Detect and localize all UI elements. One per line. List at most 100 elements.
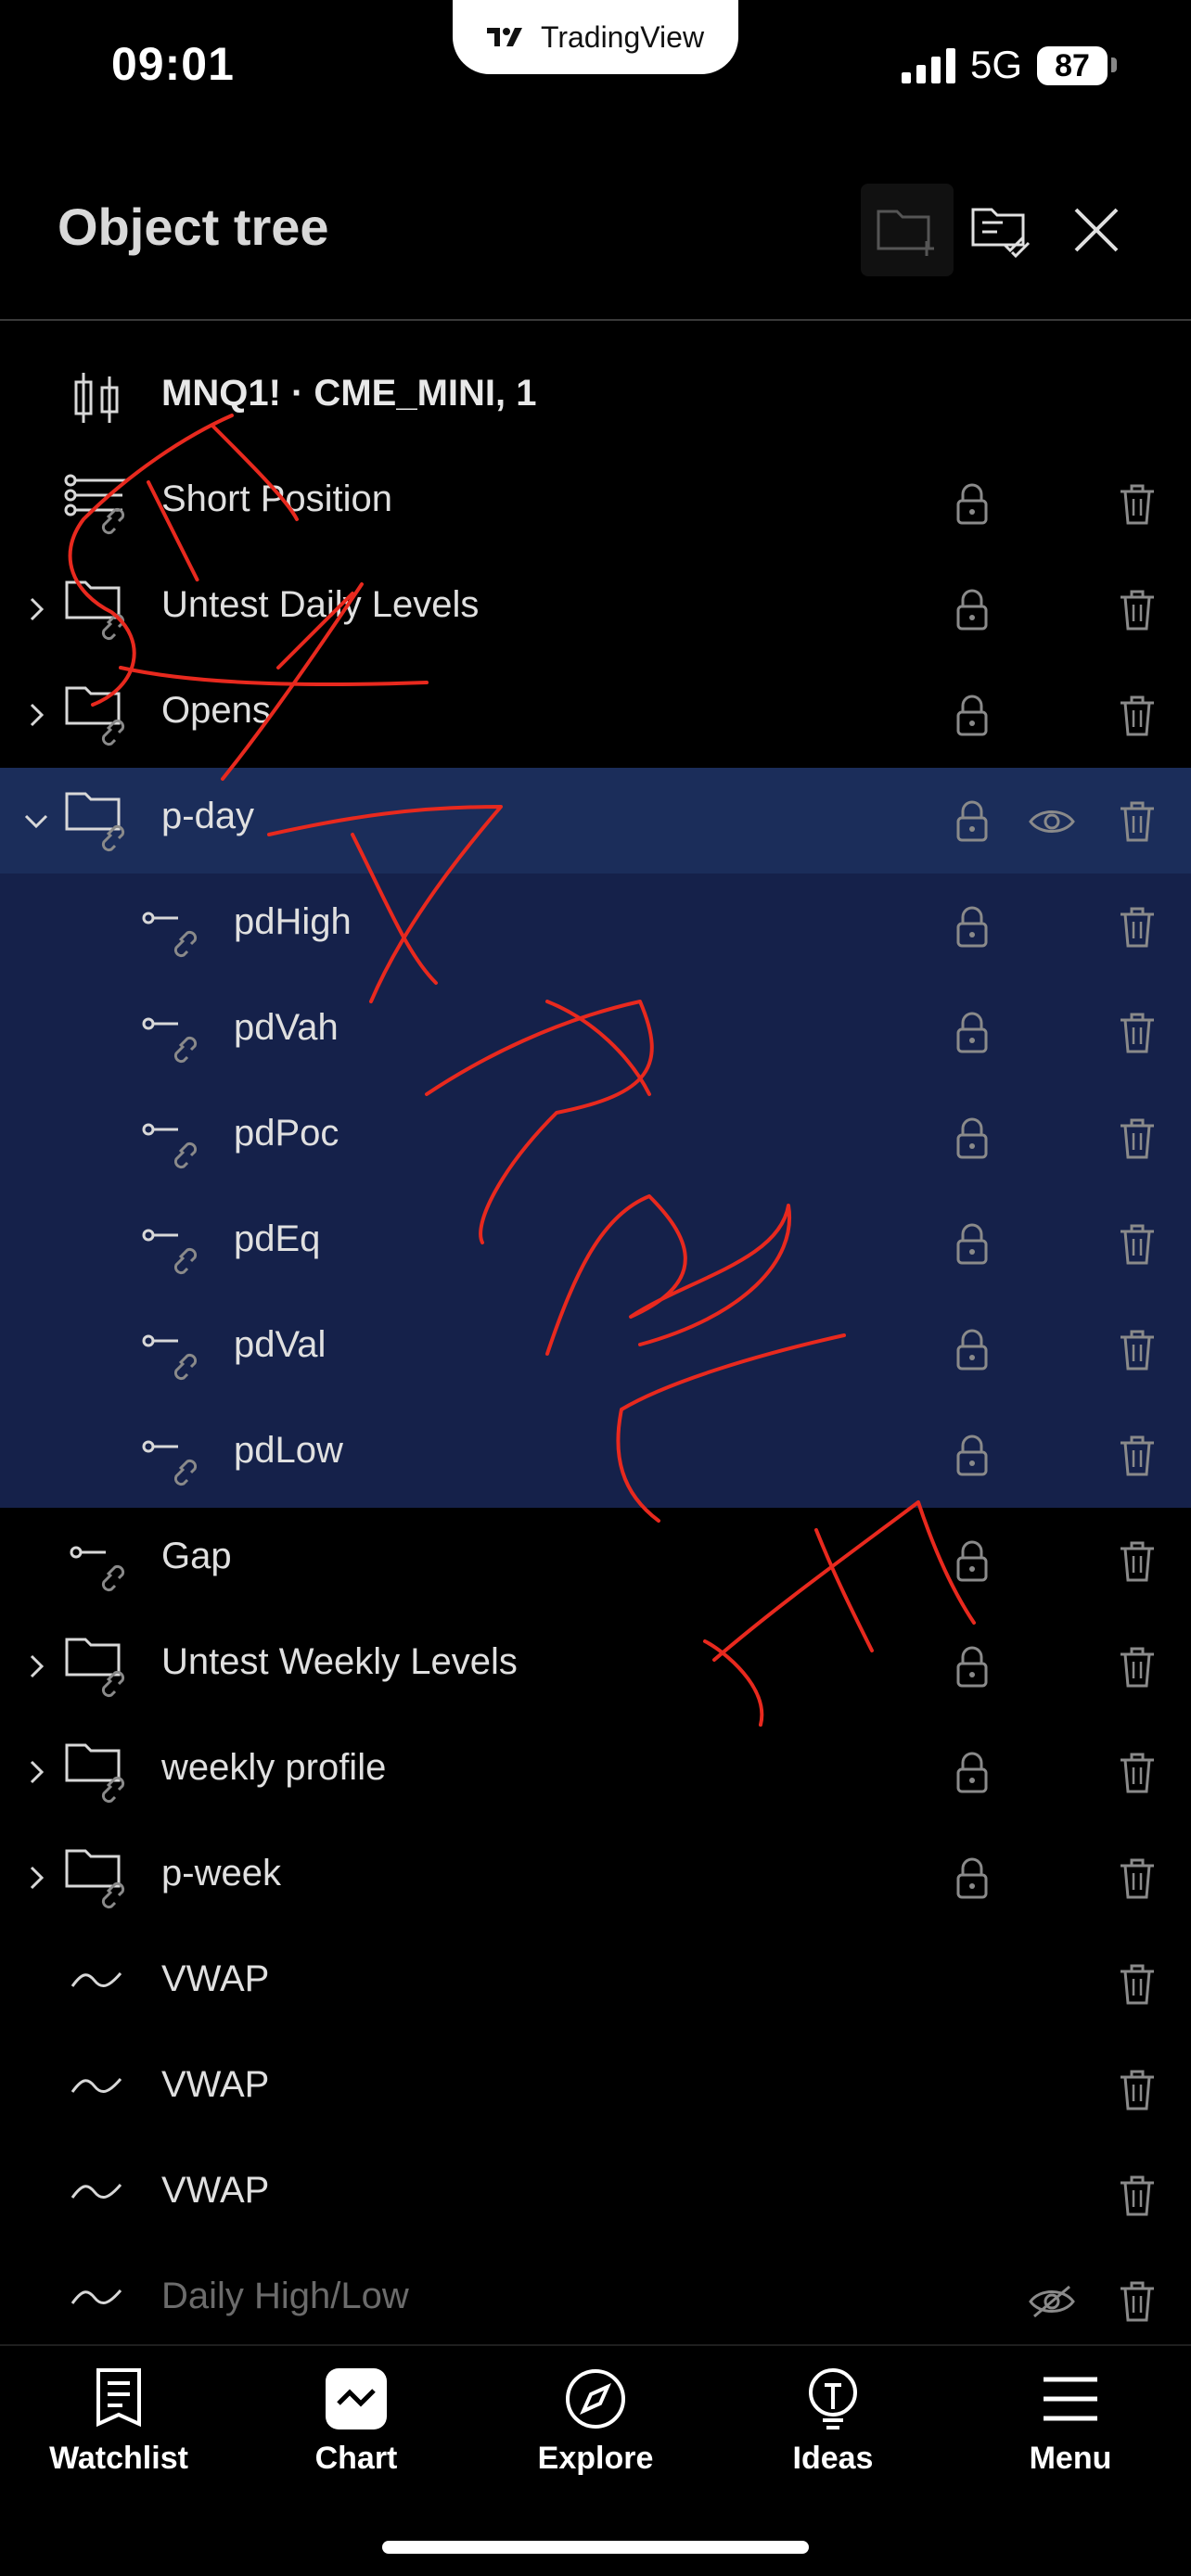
- nav-menu[interactable]: Menu: [968, 2366, 1172, 2506]
- delete-button[interactable]: [1111, 478, 1163, 530]
- expand-toggle[interactable]: [22, 807, 50, 835]
- tree-row[interactable]: p-day: [0, 768, 1191, 874]
- lock-toggle[interactable]: [946, 796, 998, 848]
- indicator-wave-icon: [70, 2289, 122, 2305]
- lock-toggle[interactable]: [946, 478, 998, 530]
- lock-toggle[interactable]: [946, 1430, 998, 1482]
- lock-toggle[interactable]: [946, 584, 998, 636]
- delete-button[interactable]: [1111, 1536, 1163, 1588]
- delete-button[interactable]: [1111, 2276, 1163, 2327]
- nav-label: Menu: [1029, 2441, 1112, 2476]
- row-icon: [63, 2161, 137, 2229]
- row-label: Short Position: [161, 478, 393, 519]
- delete-button[interactable]: [1111, 1007, 1163, 1059]
- tree-row[interactable]: pdHigh: [0, 874, 1191, 979]
- tree-row[interactable]: MNQ1! · CME_MINI, 1: [0, 345, 1191, 451]
- lock-toggle[interactable]: [946, 1218, 998, 1270]
- indicator-wave-icon: [70, 1972, 122, 1988]
- delete-button[interactable]: [1111, 584, 1163, 636]
- lock-toggle[interactable]: [946, 1007, 998, 1059]
- lock-toggle[interactable]: [946, 1641, 998, 1693]
- delete-button[interactable]: [1111, 2064, 1163, 2116]
- lock-toggle[interactable]: [946, 1536, 998, 1588]
- new-folder-button[interactable]: [861, 184, 954, 276]
- trash-icon: [1121, 801, 1154, 842]
- delete-button[interactable]: [1111, 796, 1163, 848]
- delete-button[interactable]: [1111, 2170, 1163, 2222]
- delete-button[interactable]: [1111, 1430, 1163, 1482]
- delete-button[interactable]: [1111, 1747, 1163, 1799]
- compass-icon: [566, 2369, 625, 2429]
- collapse-toggle[interactable]: [22, 1758, 50, 1786]
- tree-row[interactable]: pdVah: [0, 979, 1191, 1085]
- tree-row[interactable]: VWAP: [0, 2036, 1191, 2142]
- battery-icon: 87: [1037, 46, 1108, 85]
- collapse-toggle[interactable]: [22, 595, 50, 623]
- horizontal-ray-link-icon: [142, 1017, 198, 1064]
- row-label: VWAP: [161, 1958, 270, 1999]
- nav-explore[interactable]: Explore: [493, 2366, 698, 2506]
- visibility-toggle[interactable]: [1026, 796, 1078, 848]
- tree-row[interactable]: Opens: [0, 662, 1191, 768]
- delete-button[interactable]: [1111, 1218, 1163, 1270]
- row-label: pdEq: [234, 1218, 321, 1259]
- collapse-toggle[interactable]: [22, 1864, 50, 1892]
- watchlist-icon: [96, 2368, 141, 2428]
- row-label: Untest Weekly Levels: [161, 1641, 518, 1682]
- tree-row[interactable]: Daily High/Low: [0, 2248, 1191, 2353]
- row-label: Untest Daily Levels: [161, 584, 480, 625]
- folder-link-icon: [65, 686, 125, 746]
- lock-icon: [956, 800, 988, 842]
- tree-row[interactable]: weekly profile: [0, 1719, 1191, 1825]
- nav-label: Ideas: [792, 2441, 874, 2476]
- nav-ideas[interactable]: Ideas: [731, 2366, 935, 2506]
- lock-toggle[interactable]: [946, 1747, 998, 1799]
- collapse-toggle[interactable]: [22, 701, 50, 729]
- delete-button[interactable]: [1111, 901, 1163, 953]
- close-button[interactable]: [1050, 184, 1143, 276]
- delete-button[interactable]: [1111, 1113, 1163, 1165]
- delete-button[interactable]: [1111, 690, 1163, 742]
- row-icon: [135, 998, 210, 1066]
- lock-toggle[interactable]: [946, 690, 998, 742]
- horizontal-ray-link-icon: [142, 1123, 198, 1169]
- visibility-toggle[interactable]: [1026, 2276, 1078, 2327]
- tree-row[interactable]: pdPoc: [0, 1085, 1191, 1191]
- status-bar: 09:01 TradingView 5G 87: [0, 0, 1191, 139]
- folder-link-icon: [65, 1638, 125, 1698]
- tree-row[interactable]: Untest Daily Levels: [0, 556, 1191, 662]
- folder-link-icon: [65, 580, 125, 641]
- lock-toggle[interactable]: [946, 901, 998, 953]
- tree-row[interactable]: VWAP: [0, 1931, 1191, 2036]
- tree-row[interactable]: VWAP: [0, 2142, 1191, 2248]
- row-icon: [63, 363, 137, 432]
- network-type: 5G: [970, 43, 1023, 86]
- trash-icon: [1121, 484, 1154, 525]
- delete-button[interactable]: [1111, 1853, 1163, 1905]
- select-multiple-button[interactable]: [955, 184, 1048, 276]
- tree-row[interactable]: p-week: [0, 1825, 1191, 1931]
- lock-toggle[interactable]: [946, 1853, 998, 1905]
- nav-chart[interactable]: Chart: [254, 2366, 458, 2506]
- delete-button[interactable]: [1111, 1641, 1163, 1693]
- tree-row[interactable]: pdEq: [0, 1191, 1191, 1296]
- lock-icon: [956, 1646, 988, 1688]
- row-icon: [135, 1209, 210, 1278]
- tree-row[interactable]: Untest Weekly Levels: [0, 1613, 1191, 1719]
- folder-check-icon: [971, 208, 1031, 259]
- lock-toggle[interactable]: [946, 1324, 998, 1376]
- tree-row[interactable]: pdVal: [0, 1296, 1191, 1402]
- folder-plus-icon: [877, 210, 934, 256]
- indicator-wave-icon: [70, 2184, 122, 2200]
- row-icon: [63, 2055, 137, 2123]
- tree-row[interactable]: pdLow: [0, 1402, 1191, 1508]
- delete-button[interactable]: [1111, 1958, 1163, 2010]
- lock-toggle[interactable]: [946, 1113, 998, 1165]
- tree-row[interactable]: Gap: [0, 1508, 1191, 1613]
- nav-watchlist[interactable]: Watchlist: [17, 2366, 221, 2506]
- lock-icon: [956, 1329, 988, 1371]
- collapse-toggle[interactable]: [22, 1652, 50, 1680]
- row-label: pdLow: [234, 1430, 343, 1471]
- delete-button[interactable]: [1111, 1324, 1163, 1376]
- tree-row[interactable]: Short Position: [0, 451, 1191, 556]
